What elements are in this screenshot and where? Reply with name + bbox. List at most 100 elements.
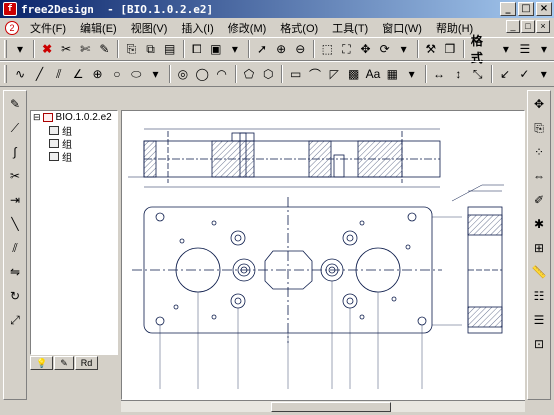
table-icon[interactable]: ▦ xyxy=(383,65,401,84)
leader-icon[interactable]: ↙ xyxy=(496,65,514,84)
measure-icon[interactable]: 📏 xyxy=(529,261,549,283)
line-icon[interactable]: ╱ xyxy=(30,65,48,84)
dropdown-icon[interactable]: ▾ xyxy=(535,65,553,84)
ungroup-icon[interactable]: ▣ xyxy=(207,40,225,59)
mirror-icon[interactable]: ⇋ xyxy=(5,261,25,283)
menu-insert[interactable]: 插入(I) xyxy=(174,20,220,36)
select-arrow-icon[interactable]: ➚ xyxy=(253,40,271,59)
circle-center-icon[interactable]: ◎ xyxy=(174,65,192,84)
explode-icon[interactable]: ✱ xyxy=(529,213,549,235)
pan-icon[interactable]: ✥ xyxy=(356,40,374,59)
hatch-icon[interactable]: ▩ xyxy=(344,65,362,84)
delete-icon[interactable]: ✖ xyxy=(38,40,56,59)
maximize-button[interactable]: □ xyxy=(518,2,534,16)
tool-icon[interactable]: ⚒ xyxy=(422,40,440,59)
fillet-icon[interactable]: ⌒ xyxy=(306,65,324,84)
dropdown-icon[interactable]: ▾ xyxy=(497,40,515,59)
tab-layers[interactable]: ✎ xyxy=(54,356,74,370)
copy-icon[interactable]: ⎘ xyxy=(529,117,549,139)
tree-root[interactable]: ⊟ BIO.1.0.2.e2 xyxy=(31,111,117,124)
zoom-window-icon[interactable]: ⬚ xyxy=(318,40,336,59)
join-icon[interactable]: ⊞ xyxy=(529,237,549,259)
document-icon[interactable]: 2 xyxy=(5,20,19,35)
drawing-canvas[interactable] xyxy=(121,110,525,400)
close-button[interactable]: × xyxy=(536,2,552,16)
zoom-all-icon[interactable]: ⛶ xyxy=(337,40,355,59)
menu-window[interactable]: 窗口(W) xyxy=(375,20,429,36)
dimension-aligned-icon[interactable]: ⤡ xyxy=(469,65,487,84)
check-icon[interactable]: ✓ xyxy=(515,65,533,84)
menu-file[interactable]: 文件(F) xyxy=(23,20,73,36)
trim-icon[interactable]: ✂ xyxy=(5,165,25,187)
doc-close-button[interactable]: × xyxy=(536,20,550,33)
horizontal-scrollbar[interactable] xyxy=(121,400,525,412)
dropdown-icon[interactable]: ▾ xyxy=(226,40,244,59)
paste-icon[interactable]: ⧉ xyxy=(142,40,160,59)
doc-minimize-button[interactable]: _ xyxy=(506,20,520,33)
zoom-out-icon[interactable]: ⊖ xyxy=(291,40,309,59)
break-icon[interactable]: ╲ xyxy=(5,213,25,235)
layers-icon[interactable]: ☰ xyxy=(516,40,534,59)
group-icon[interactable]: ⧠ xyxy=(188,40,206,59)
dimension-vertical-icon[interactable]: ↕ xyxy=(449,65,467,84)
move-icon[interactable]: ✥ xyxy=(529,93,549,115)
offset-icon[interactable]: ⫽ xyxy=(5,237,25,259)
menu-modify[interactable]: 修改(M) xyxy=(221,20,274,36)
dropdown-icon[interactable]: ▾ xyxy=(11,40,29,59)
properties-icon[interactable]: ☷ xyxy=(529,285,549,307)
dropdown-icon[interactable]: ▾ xyxy=(403,65,421,84)
cut-icon[interactable]: ✄ xyxy=(76,40,94,59)
edit-icon[interactable]: ✐ xyxy=(529,189,549,211)
scale-icon[interactable]: ⤢ xyxy=(5,309,25,331)
minimize-button[interactable]: _ xyxy=(500,2,516,16)
array-icon[interactable]: ⁘ xyxy=(529,141,549,163)
dimension-linear-icon[interactable]: ↔ xyxy=(430,65,448,84)
angle-line-icon[interactable]: ∠ xyxy=(69,65,87,84)
arc-icon[interactable]: ◠ xyxy=(212,65,230,84)
zoom-in-icon[interactable]: ⊕ xyxy=(272,40,290,59)
plan-view xyxy=(132,184,504,389)
app-icon: f xyxy=(3,2,17,16)
ellipse-icon[interactable]: ⬭ xyxy=(127,65,145,84)
dropdown-icon[interactable]: ▾ xyxy=(146,65,164,84)
doc-restore-button[interactable]: □ xyxy=(521,20,535,33)
lock-icon[interactable]: ⊡ xyxy=(529,333,549,355)
menu-tools[interactable]: 工具(T) xyxy=(325,20,375,36)
polyline-icon[interactable]: ⟋ xyxy=(5,117,25,139)
menu-edit[interactable]: 编辑(E) xyxy=(73,20,124,36)
panel-tabs: 💡 ✎ Rd xyxy=(30,355,118,371)
hexagon-icon[interactable]: ⬡ xyxy=(259,65,277,84)
crosshair-icon[interactable]: ⊕ xyxy=(88,65,106,84)
tree-item[interactable]: 组 xyxy=(31,137,117,151)
layer-icon[interactable]: ☰ xyxy=(529,309,549,331)
cube-icon[interactable]: ❒ xyxy=(441,40,459,59)
dropdown-icon[interactable]: ▾ xyxy=(395,40,413,59)
stretch-icon[interactable]: ⇔ xyxy=(529,165,549,187)
clipboard-icon[interactable]: ▤ xyxy=(161,40,179,59)
chamfer-icon[interactable]: ◸ xyxy=(325,65,343,84)
rotate-icon[interactable]: ↻ xyxy=(5,285,25,307)
circle-3pt-icon[interactable]: ◯ xyxy=(193,65,211,84)
redraw-icon[interactable]: ⟳ xyxy=(376,40,394,59)
text-icon[interactable]: Aa xyxy=(364,65,382,84)
tree-item[interactable]: 组 xyxy=(31,124,117,138)
scroll-thumb[interactable] xyxy=(271,402,391,412)
polygon-icon[interactable]: ⬠ xyxy=(240,65,258,84)
collapse-icon[interactable]: ⊟ xyxy=(33,112,41,123)
pencil-icon[interactable]: ✎ xyxy=(5,93,25,115)
circle-icon[interactable]: ○ xyxy=(108,65,126,84)
tab-rd[interactable]: Rd xyxy=(74,356,99,370)
copy-icon[interactable]: ⎘ xyxy=(122,40,140,59)
dropdown-icon[interactable]: ▾ xyxy=(535,40,553,59)
brush-icon[interactable]: ✎ xyxy=(95,40,113,59)
curve-icon[interactable]: ∿ xyxy=(11,65,29,84)
spline-icon[interactable]: ∫ xyxy=(5,141,25,163)
tree-item[interactable]: 组 xyxy=(31,150,117,164)
scissors-icon[interactable]: ✂ xyxy=(57,40,75,59)
menu-view[interactable]: 视图(V) xyxy=(124,20,175,36)
rectangle-icon[interactable]: ▭ xyxy=(286,65,304,84)
tab-objects[interactable]: 💡 xyxy=(30,356,54,370)
extend-icon[interactable]: ⇥ xyxy=(5,189,25,211)
menu-format[interactable]: 格式(O) xyxy=(273,20,325,36)
parallel-line-icon[interactable]: ⫽ xyxy=(50,65,68,84)
